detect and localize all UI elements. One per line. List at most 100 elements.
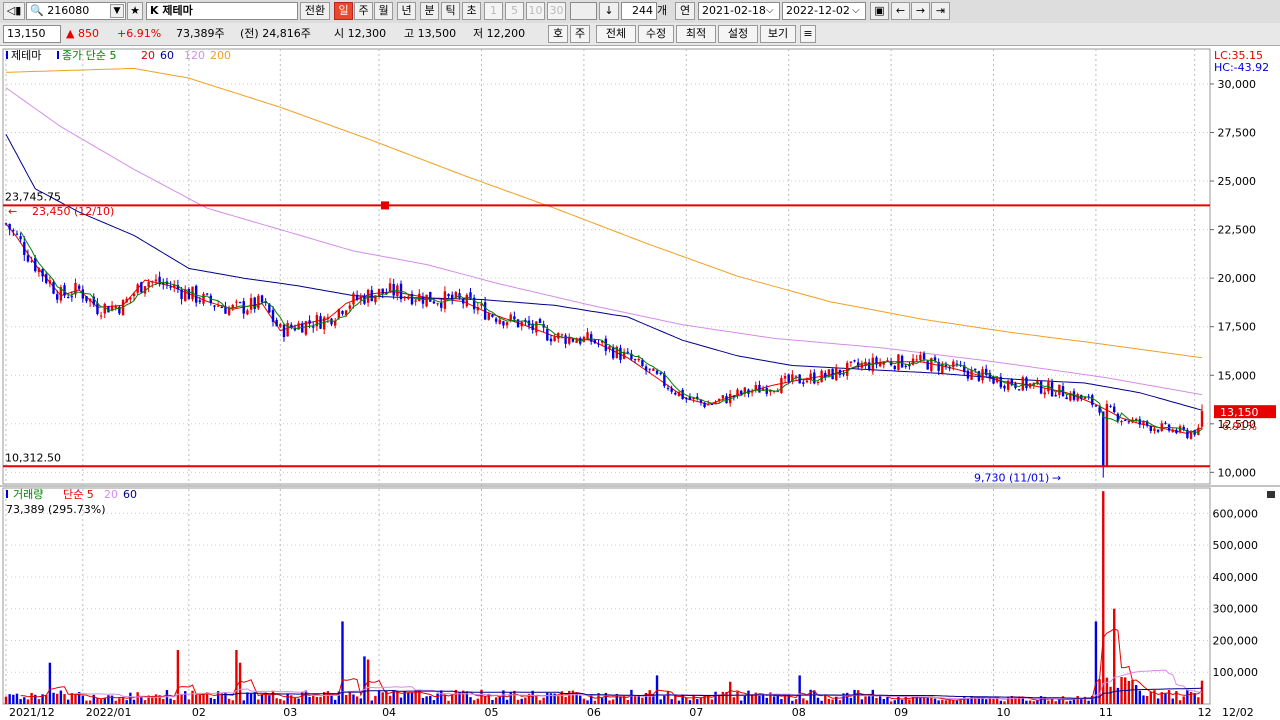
volume-bar xyxy=(491,699,494,704)
year-button[interactable]: 연 xyxy=(675,2,695,20)
time-tick-label-right: 12/02 xyxy=(1222,706,1254,719)
volume-bar xyxy=(88,700,92,704)
volume-bar xyxy=(191,690,194,704)
arrow-down-icon[interactable]: ↓ xyxy=(599,2,619,20)
volume-bar xyxy=(535,695,538,704)
volume-bar xyxy=(92,694,95,704)
volume-bar xyxy=(140,697,143,704)
tab-period-minute[interactable]: 분 xyxy=(420,2,439,20)
volume-bar xyxy=(1134,684,1138,704)
candle-body xyxy=(904,365,907,367)
candle-body xyxy=(1039,381,1043,394)
candle-body xyxy=(286,322,289,337)
volume-bar xyxy=(900,699,904,704)
volume-bar xyxy=(213,699,216,704)
ma120-line xyxy=(5,87,1203,396)
arrow-left-icon[interactable]: ← xyxy=(891,2,910,20)
tab-period-day[interactable]: 일 xyxy=(334,2,353,20)
time-tick-label: 05 xyxy=(484,706,498,719)
menu-icon[interactable]: ≡ xyxy=(800,25,816,43)
volume-bar xyxy=(802,698,805,704)
volume-bar xyxy=(776,695,779,704)
volume-bar xyxy=(257,699,260,704)
volume-bar xyxy=(1131,679,1134,704)
count-input[interactable]: 244 xyxy=(621,2,657,20)
adjust-button[interactable]: 수정 xyxy=(638,25,674,43)
hoga-button[interactable]: 호 xyxy=(548,25,568,43)
candle-body xyxy=(948,367,951,369)
prev-code-button[interactable]: ◁▮ xyxy=(3,2,25,20)
all-button[interactable]: 전체 xyxy=(596,25,636,43)
tab-period-second[interactable]: 초 xyxy=(462,2,481,20)
arrow-right-icon[interactable]: → xyxy=(911,2,930,20)
candle-body xyxy=(136,284,139,293)
volume-bar xyxy=(1197,697,1200,704)
volume-value-label: 73,389 (295.73%) xyxy=(6,503,106,516)
minute-option-5[interactable]: 5 xyxy=(505,2,524,20)
minute-option-10[interactable]: 10 xyxy=(526,2,545,20)
chevron-down-icon[interactable]: ⌵ xyxy=(852,2,860,20)
volume-bar xyxy=(8,694,11,704)
candle-body xyxy=(538,319,542,323)
legend-item: 200 xyxy=(210,49,231,62)
order-button[interactable]: 주 xyxy=(570,25,590,43)
tab-period-year[interactable]: 년 xyxy=(397,2,416,20)
volume-bar xyxy=(633,695,637,704)
candle-body xyxy=(147,282,150,287)
candle-body xyxy=(1017,389,1021,391)
volume-bar xyxy=(352,694,355,704)
price-tick-label: 10,000 xyxy=(1218,466,1257,479)
volume-bar xyxy=(798,675,801,704)
price-chart[interactable]: 2021/12 2022/01 02 03 04 05 06 07 08 09 10 11 12 12/0… xyxy=(0,46,1280,720)
volume-bar xyxy=(1102,491,1105,704)
volume-bar xyxy=(659,699,662,704)
chevron-down-icon[interactable]: ▼ xyxy=(110,4,124,18)
volume-bar xyxy=(348,691,352,704)
volume-bar xyxy=(944,700,948,704)
minute-option-1[interactable]: 1 xyxy=(484,2,503,20)
volume-bar xyxy=(4,696,8,704)
volume-bar xyxy=(875,697,878,704)
candle-body xyxy=(410,293,414,305)
volume-bar xyxy=(23,697,26,704)
volume-bar xyxy=(1050,698,1054,704)
volume-bar xyxy=(1145,695,1149,704)
candle-body xyxy=(516,319,520,328)
volume-bar xyxy=(118,698,121,704)
candle-body xyxy=(125,298,128,303)
chevron-down-icon[interactable]: ⌵ xyxy=(766,2,774,20)
settings-button[interactable]: 설정 xyxy=(718,25,758,43)
candle-body xyxy=(787,374,790,382)
volume-bar xyxy=(546,692,549,704)
view-button[interactable]: 보기 xyxy=(760,25,796,43)
price-tick-label: 30,000 xyxy=(1218,78,1257,91)
star-icon[interactable]: ★ xyxy=(127,2,143,20)
volume-bar xyxy=(162,698,165,704)
tab-period-tick[interactable]: 틱 xyxy=(441,2,460,20)
volume-bar xyxy=(429,695,432,704)
candle-body xyxy=(926,361,929,370)
tab-period-month[interactable]: 월 xyxy=(374,2,393,20)
optimal-button[interactable]: 최적 xyxy=(676,25,716,43)
volume-bar xyxy=(469,697,472,704)
minute-option-30[interactable]: 30 xyxy=(547,2,566,20)
volume-bar xyxy=(710,699,714,704)
volume-bar xyxy=(286,694,289,704)
volume-bar xyxy=(586,700,589,704)
volume-bar xyxy=(268,695,271,704)
volume-bar xyxy=(893,700,896,704)
convert-button[interactable]: 전환 xyxy=(300,2,330,20)
volume-bar xyxy=(114,700,117,704)
candle-body xyxy=(392,283,395,296)
volume-bar xyxy=(410,692,414,704)
candle-body xyxy=(220,307,223,309)
candle-body xyxy=(831,368,834,380)
tab-period-week[interactable]: 주 xyxy=(354,2,373,20)
scroll-end-icon[interactable]: ⇥ xyxy=(931,2,950,20)
custom-minute-input[interactable] xyxy=(570,2,597,20)
candle-body xyxy=(114,306,117,308)
save-icon[interactable]: ▣ xyxy=(870,2,889,20)
legend-item: 60 xyxy=(160,49,174,62)
candle-body xyxy=(253,297,256,309)
volume-legend-item: 거래량 xyxy=(13,488,43,501)
